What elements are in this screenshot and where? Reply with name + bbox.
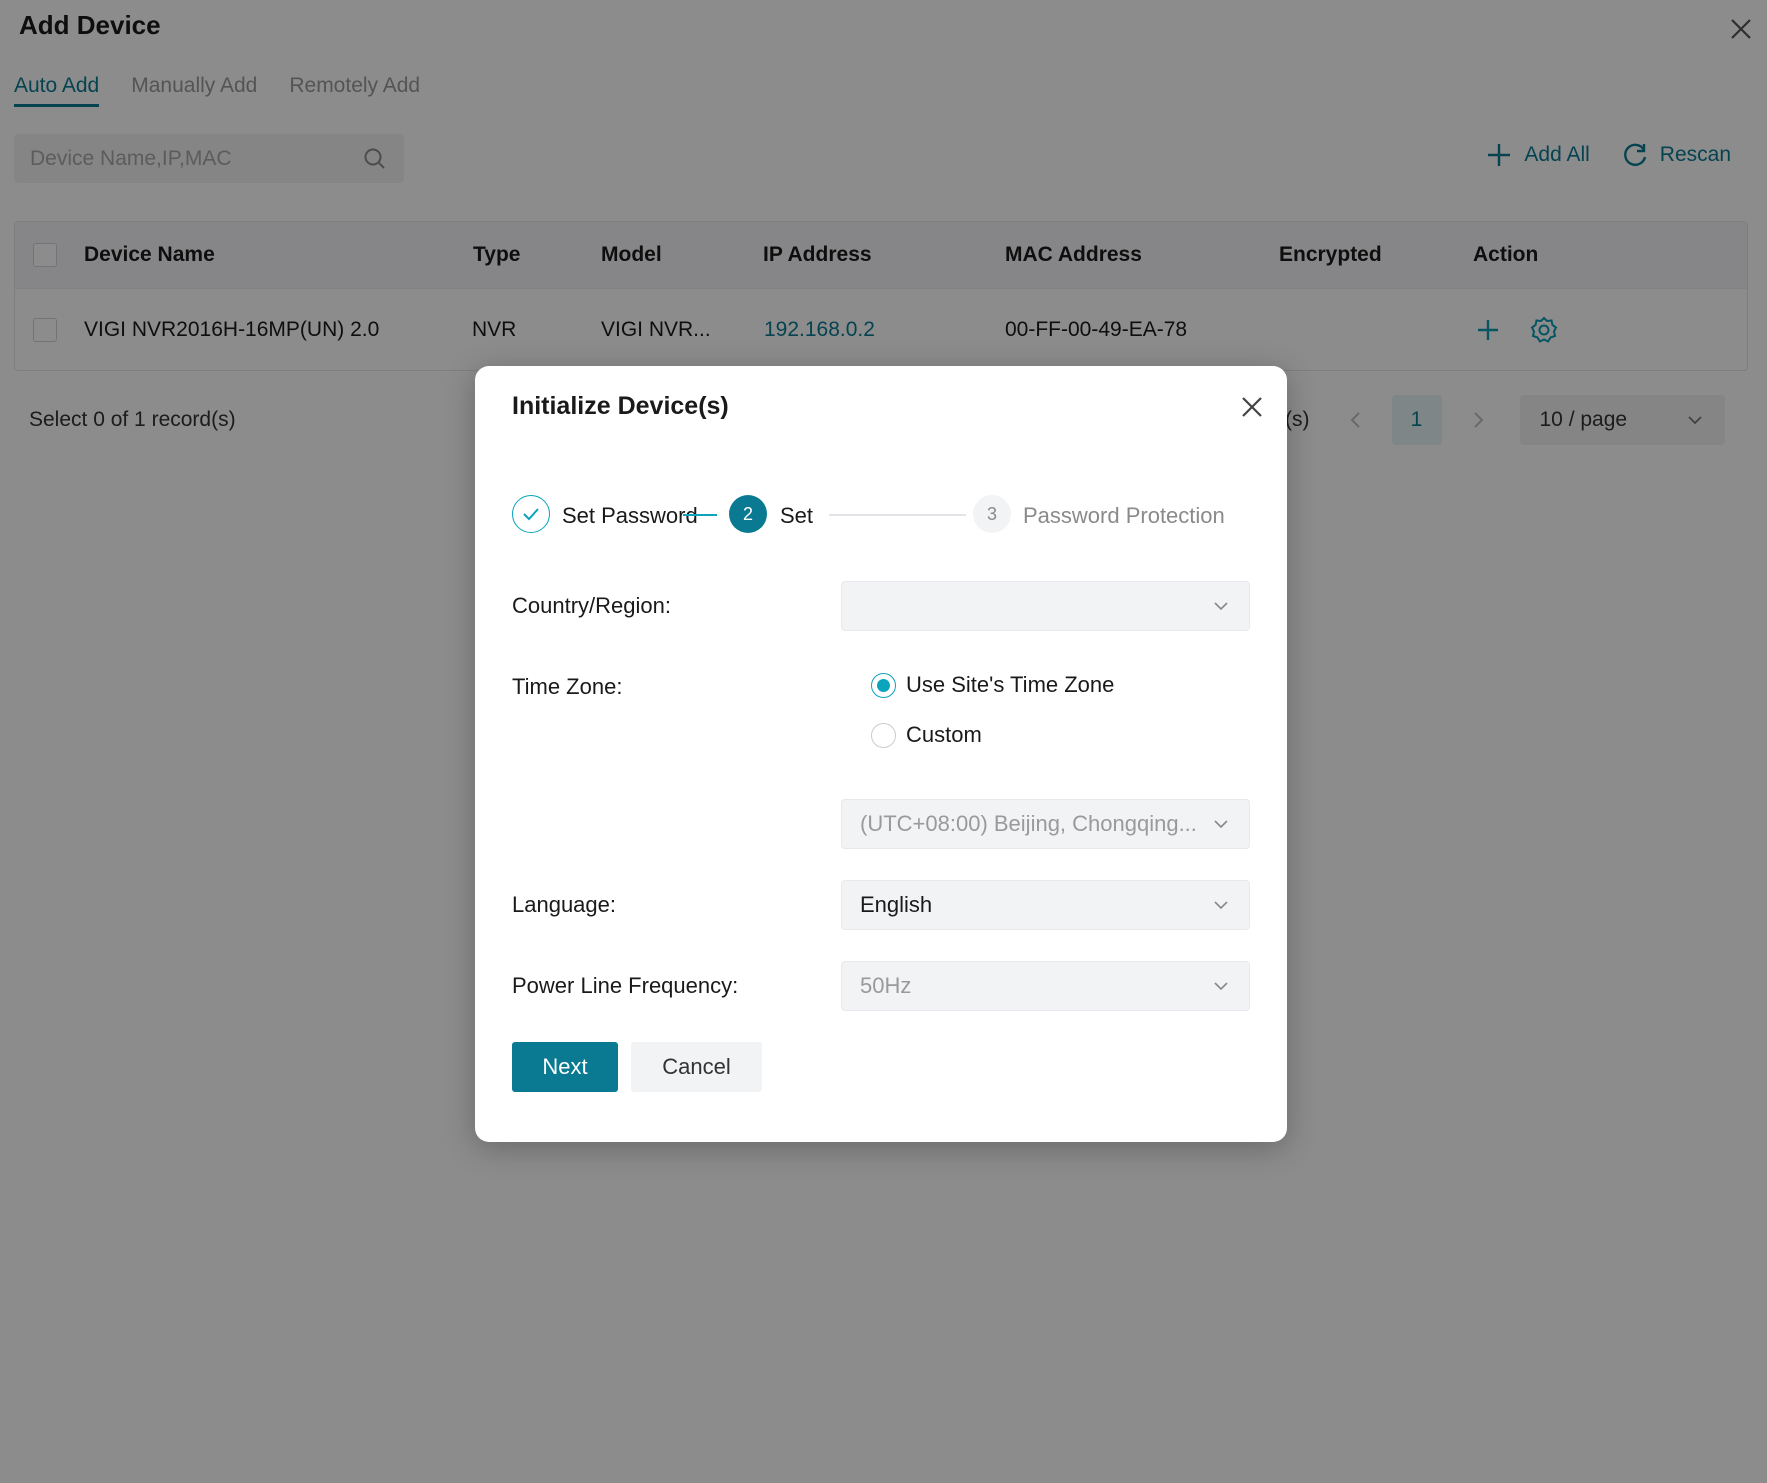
- step-2-circle: 2: [729, 495, 767, 533]
- close-icon[interactable]: [1237, 392, 1267, 422]
- power-frequency-label: Power Line Frequency:: [512, 973, 739, 998]
- radio-label: Custom: [906, 722, 982, 747]
- step-2-label: Set: [780, 503, 814, 528]
- chevron-down-icon: [1214, 602, 1228, 611]
- dialog-title: Initialize Device(s): [512, 392, 729, 420]
- power-frequency-value: 50Hz: [860, 973, 912, 998]
- step-connector: [683, 514, 717, 516]
- power-frequency-select[interactable]: 50Hz: [841, 961, 1250, 1011]
- stepper: Set Password 2 Set 3 Password Protection: [512, 495, 1250, 535]
- chevron-down-icon: [1214, 901, 1228, 910]
- timezone-value: (UTC+08:00) Beijing, Chongqing...: [860, 811, 1197, 836]
- step-1-label: Set Password: [562, 503, 698, 528]
- cancel-button[interactable]: Cancel: [631, 1042, 762, 1092]
- timezone-label: Time Zone:: [512, 674, 623, 699]
- step-connector: [829, 514, 966, 516]
- step-3-circle: 3: [973, 495, 1011, 533]
- radio-custom-timezone[interactable]: Custom: [871, 722, 982, 748]
- language-select[interactable]: English: [841, 880, 1250, 930]
- step-1-circle: [512, 495, 550, 533]
- step-3-label: Password Protection: [1023, 503, 1225, 528]
- initialize-device-dialog: Initialize Device(s) Set Password 2 Set …: [475, 366, 1287, 1142]
- radio-checked-icon: [871, 672, 896, 698]
- chevron-down-icon: [1214, 820, 1228, 829]
- next-button[interactable]: Next: [512, 1042, 618, 1092]
- chevron-down-icon: [1214, 982, 1228, 991]
- country-select[interactable]: [841, 581, 1250, 631]
- language-label: Language:: [512, 892, 616, 917]
- country-label: Country/Region:: [512, 593, 671, 618]
- radio-label: Use Site's Time Zone: [906, 672, 1115, 697]
- radio-unchecked-icon: [871, 722, 896, 748]
- timezone-select[interactable]: (UTC+08:00) Beijing, Chongqing...: [841, 799, 1250, 849]
- radio-use-site-timezone[interactable]: Use Site's Time Zone: [871, 672, 1114, 698]
- language-value: English: [860, 892, 933, 917]
- check-icon: [523, 508, 539, 521]
